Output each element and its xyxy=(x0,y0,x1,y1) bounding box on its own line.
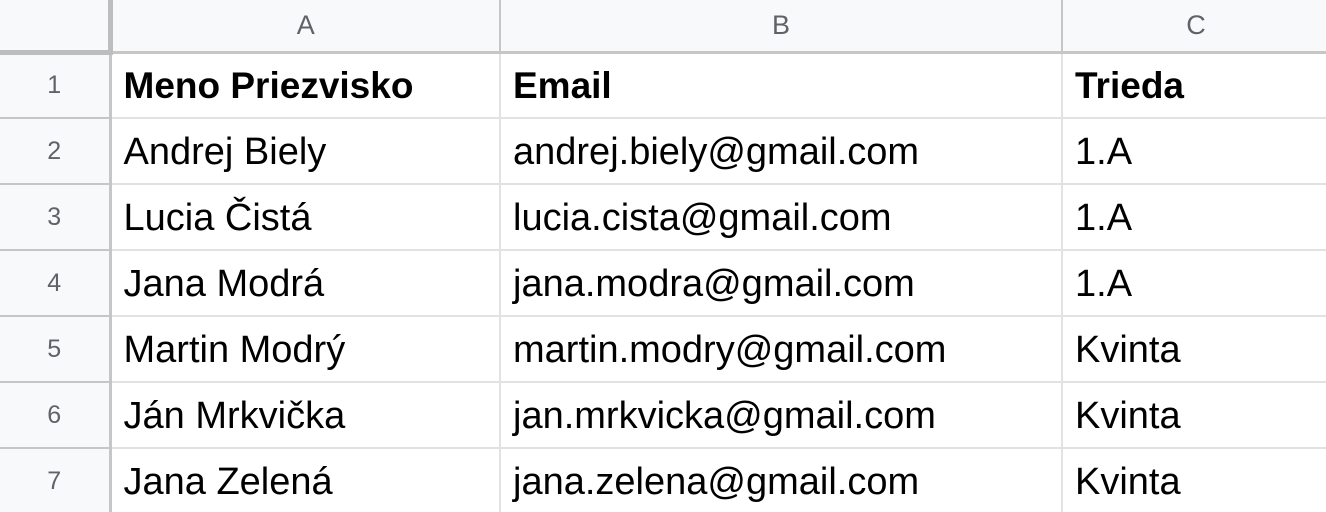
cell-b6[interactable]: jan.mrkvicka@gmail.com xyxy=(500,382,1063,449)
column-header-row: A B C xyxy=(0,0,1326,55)
row-header-2[interactable]: 2 xyxy=(0,118,112,185)
cell-c7[interactable]: Kvinta xyxy=(1062,448,1326,512)
table-row: 6 Ján Mrkvička jan.mrkvicka@gmail.com Kv… xyxy=(0,382,1326,449)
table-row: 1 Meno Priezvisko Email Trieda xyxy=(0,52,1326,119)
row-header-1[interactable]: 1 xyxy=(0,52,112,119)
row-header-4[interactable]: 4 xyxy=(0,250,112,317)
column-header-b[interactable]: B xyxy=(500,0,1063,54)
cell-c6[interactable]: Kvinta xyxy=(1062,382,1326,449)
cell-b7[interactable]: jana.zelena@gmail.com xyxy=(500,448,1063,512)
cell-b1[interactable]: Email xyxy=(500,52,1063,119)
cell-b2[interactable]: andrej.biely@gmail.com xyxy=(500,118,1063,185)
cell-b5[interactable]: martin.modry@gmail.com xyxy=(500,316,1063,383)
select-all-corner[interactable] xyxy=(0,0,113,55)
spreadsheet-grid: A B C 1 Meno Priezvisko Email Trieda 2 A… xyxy=(0,0,1326,512)
row-header-5[interactable]: 5 xyxy=(0,316,112,383)
cell-a7[interactable]: Jana Zelená xyxy=(110,448,501,512)
sheet-table: A B C 1 Meno Priezvisko Email Trieda 2 A… xyxy=(0,0,1326,512)
column-header-a[interactable]: A xyxy=(110,0,501,54)
cell-c1[interactable]: Trieda xyxy=(1062,52,1326,119)
cell-a5[interactable]: Martin Modrý xyxy=(110,316,501,383)
row-header-7[interactable]: 7 xyxy=(0,448,112,512)
cell-a2[interactable]: Andrej Biely xyxy=(110,118,501,185)
cell-c5[interactable]: Kvinta xyxy=(1062,316,1326,383)
table-row: 2 Andrej Biely andrej.biely@gmail.com 1.… xyxy=(0,118,1326,185)
cell-c4[interactable]: 1.A xyxy=(1062,250,1326,317)
column-header-c[interactable]: C xyxy=(1062,0,1326,54)
table-row: 5 Martin Modrý martin.modry@gmail.com Kv… xyxy=(0,316,1326,383)
cell-b4[interactable]: jana.modra@gmail.com xyxy=(500,250,1063,317)
row-header-3[interactable]: 3 xyxy=(0,184,112,251)
table-row: 3 Lucia Čistá lucia.cista@gmail.com 1.A xyxy=(0,184,1326,251)
table-row: 7 Jana Zelená jana.zelena@gmail.com Kvin… xyxy=(0,448,1326,512)
row-header-6[interactable]: 6 xyxy=(0,382,112,449)
cell-b3[interactable]: lucia.cista@gmail.com xyxy=(500,184,1063,251)
cell-a1[interactable]: Meno Priezvisko xyxy=(110,52,501,119)
cell-c2[interactable]: 1.A xyxy=(1062,118,1326,185)
table-row: 4 Jana Modrá jana.modra@gmail.com 1.A xyxy=(0,250,1326,317)
cell-c3[interactable]: 1.A xyxy=(1062,184,1326,251)
cell-a6[interactable]: Ján Mrkvička xyxy=(110,382,501,449)
cell-a3[interactable]: Lucia Čistá xyxy=(110,184,501,251)
cell-a4[interactable]: Jana Modrá xyxy=(110,250,501,317)
